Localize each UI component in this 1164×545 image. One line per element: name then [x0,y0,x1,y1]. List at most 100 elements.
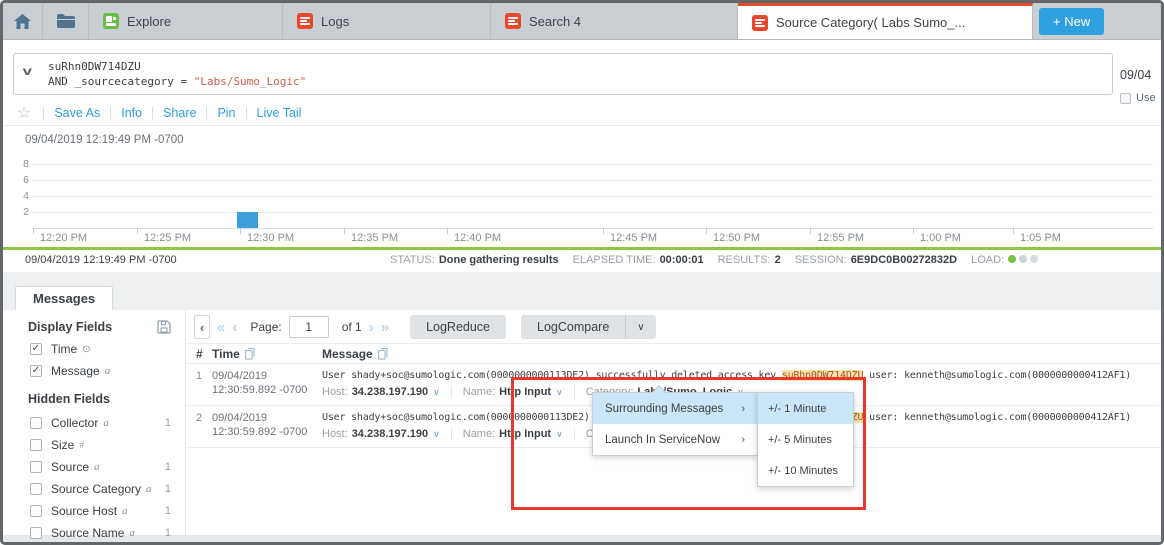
col-header-num: # [186,347,212,361]
col-header-message[interactable]: Message [322,347,373,361]
chevron-down-icon[interactable]: ∨ [556,429,563,440]
query-line-2: AND _sourcecategory = "Labs/Sumo_Logic" [48,74,306,89]
x-tick: 12:30 PM [247,232,294,244]
checkbox-checked[interactable]: ✓ [30,365,42,377]
query-text: suRhn0DW714DZU AND _sourcecategory = "La… [48,59,306,89]
meta-name: Name:Http Input∨ [451,428,563,440]
field-count: 1 [165,527,171,539]
tab-source-category-active[interactable]: Source Category( Labs Sumo_... [738,3,1033,39]
tab-bar: Explore Logs Search 4 Source Category( L… [3,3,1161,40]
status-label: STATUS: [390,254,435,266]
results-value: 2 [775,254,781,266]
elapsed-label: ELAPSED TIME: [573,254,656,266]
page-number-input[interactable] [289,316,329,338]
logcompare-button[interactable]: LogCompare [521,315,625,339]
explore-icon [103,13,119,29]
row-number: 2 [186,411,212,440]
tab-search-4[interactable]: Search 4 [491,3,738,39]
field-row-size[interactable]: Size # [3,434,185,456]
chevron-down-icon[interactable]: ∨ [433,429,440,440]
y-tick: 4 [9,190,29,202]
tab-label: Logs [321,14,349,29]
x-tick: 12:25 PM [144,232,191,244]
field-count: 1 [165,483,171,495]
first-page-icon[interactable]: « [217,320,225,335]
submenu-arrow-icon: › [741,434,745,446]
status-value: Done gathering results [439,254,559,266]
results-panel: Display Fields ✓ Time ⊙ ✓ Message a Hidd… [3,310,1161,535]
time-range-picker[interactable]: 09/04 [1120,68,1151,82]
menu-item-surrounding-messages[interactable]: Surrounding Messages › [593,393,757,424]
submenu-item-5-minutes[interactable]: +/- 5 Minutes [758,424,853,455]
field-count: 1 [165,461,171,473]
messages-toolbar: ‹ « ‹ Page: of 1 › » LogReduce LogCompar… [186,314,1161,340]
meta-host: Host:34.238.197.190∨ [322,386,440,398]
hidden-fields-title: Hidden Fields [3,390,185,412]
search-actions: ☆ Save As Info Share Pin Live Tail [3,100,301,126]
checkbox-unchecked[interactable] [30,527,42,539]
submenu-item-1-minute[interactable]: +/- 1 Minute [758,393,853,424]
chevron-down-icon[interactable]: v [23,64,32,78]
collapse-sidebar-button[interactable]: ‹ [194,315,210,339]
messages-table-header: # Time Message [186,343,1161,364]
logreduce-button[interactable]: LogReduce [410,315,506,339]
histogram-chart: 09/04/2019 12:19:49 PM -0700 8 6 4 2 12:… [3,126,1161,247]
chevron-down-icon[interactable]: ∨ [556,387,563,398]
query-string-literal: "Labs/Sumo_Logic" [194,75,307,88]
new-tab-button[interactable]: + New [1039,8,1104,35]
results-label: RESULTS: [718,254,771,266]
use-receipt-time-option[interactable]: Use [1120,92,1156,104]
field-row-source-name[interactable]: Source Name a 1 [3,522,185,544]
pin-link[interactable]: Pin [217,106,235,120]
tab-label: Search 4 [529,14,581,29]
field-row-source-category[interactable]: Source Category a 1 [3,478,185,500]
chart-bar[interactable] [237,212,258,228]
share-link[interactable]: Share [163,106,196,120]
search-query-input[interactable]: v suRhn0DW714DZU AND _sourcecategory = "… [13,53,1113,95]
live-tail-link[interactable]: Live Tail [257,106,302,120]
next-page-icon[interactable]: › [369,320,374,335]
x-tick: 12:20 PM [40,232,87,244]
field-row-source[interactable]: Source a 1 [3,456,185,478]
save-fields-icon[interactable] [157,320,171,334]
logcompare-button-group: LogCompare ∨ [521,315,656,339]
col-header-time[interactable]: Time [212,347,240,361]
field-row-source-host[interactable]: Source Host a 1 [3,500,185,522]
logcompare-dropdown-icon[interactable]: ∨ [626,315,655,339]
x-tick: 12:50 PM [713,232,760,244]
info-link[interactable]: Info [121,106,142,120]
checkbox-unchecked[interactable] [30,505,42,517]
submenu-item-10-minutes[interactable]: +/- 10 Minutes [758,455,853,486]
copy-icon[interactable] [245,348,255,360]
tab-logs[interactable]: Logs [283,3,491,39]
checkbox-unchecked[interactable] [30,439,42,451]
prev-page-icon[interactable]: ‹ [232,320,237,335]
copy-icon[interactable] [378,348,388,360]
tab-explore[interactable]: Explore [89,3,283,39]
library-button[interactable] [43,3,89,39]
field-row-time[interactable]: ✓ Time ⊙ [3,338,185,360]
results-tab-row: Messages [3,283,1161,310]
status-bar: 09/04/2019 12:19:49 PM -0700 STATUS:Done… [3,250,1161,272]
checkbox-unchecked[interactable] [30,417,42,429]
save-as-link[interactable]: Save As [54,106,100,120]
meta-host: Host:34.238.197.190∨ [322,428,440,440]
favorite-star-icon[interactable]: ☆ [17,103,31,123]
query-line-1: suRhn0DW714DZU [48,59,306,74]
menu-item-launch-servicenow[interactable]: Launch In ServiceNow › [593,424,757,455]
field-row-message[interactable]: ✓ Message a [3,360,185,382]
field-count: 1 [165,417,171,429]
chevron-down-icon[interactable]: ∨ [433,387,440,398]
tab-messages[interactable]: Messages [15,286,113,310]
field-row-collector[interactable]: Collector a 1 [3,412,185,434]
checkbox-unchecked[interactable] [30,461,42,473]
session-value: 6E9DC0B00272832D [851,254,957,266]
page-label: Page: [250,320,281,334]
checkbox-checked[interactable]: ✓ [30,343,42,355]
home-button[interactable] [3,3,43,39]
last-page-icon[interactable]: » [381,320,389,335]
checkbox-unchecked[interactable] [1120,93,1131,104]
row-time: 12:30:59.892 -0700 [212,383,322,397]
checkbox-unchecked[interactable] [30,483,42,495]
search-term-highlight: suRhn0DW714DZU [782,370,864,381]
